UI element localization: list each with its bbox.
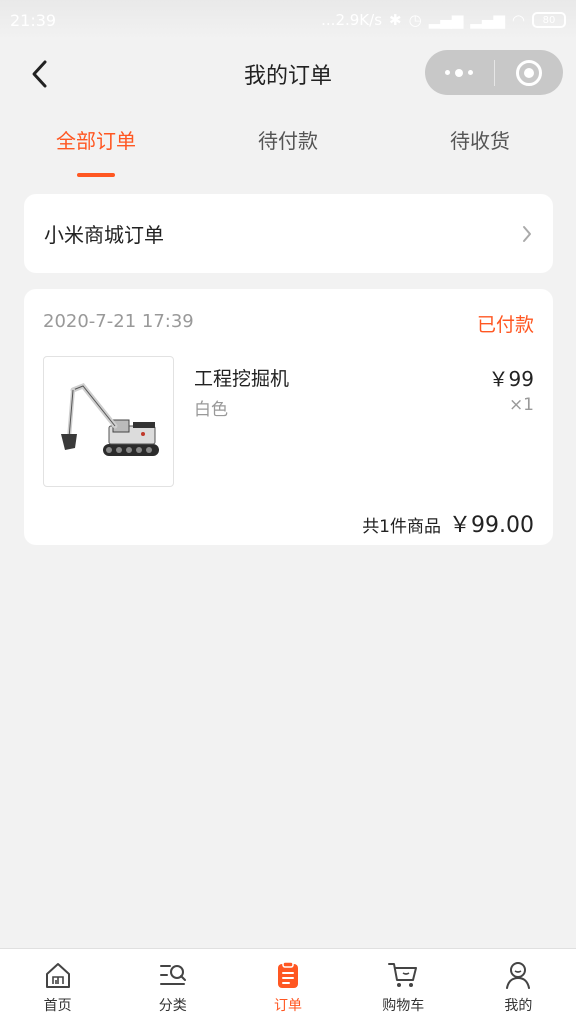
order-tabs: 全部订单 待付款 待收货 — [0, 125, 576, 185]
tabbar-item-cart[interactable]: 购物车 — [346, 949, 461, 1024]
product-variant: 白色 — [194, 400, 228, 420]
order-status: 已付款 — [476, 314, 534, 336]
tab-label: 待收货 — [450, 129, 510, 153]
profile-icon — [502, 959, 534, 991]
category-search-icon — [157, 959, 189, 991]
store-orders-row[interactable]: 小米商城订单 — [24, 194, 553, 273]
more-dots-icon — [445, 68, 474, 77]
tabbar-label: 订单 — [274, 998, 302, 1014]
status-bar: 21:39 ...2.9K/s ✱ ◷ ▂▄▆ ▂▄▆ ◠ 80 — [0, 0, 576, 40]
wifi-icon: ◠ — [511, 11, 525, 29]
store-orders-label: 小米商城订单 — [44, 223, 164, 247]
close-mini-program-button[interactable] — [495, 50, 564, 95]
order-summary: 共1件商品 ￥99.00 — [362, 507, 534, 539]
tabbar-item-orders[interactable]: 订单 — [230, 949, 345, 1024]
product-image[interactable] — [43, 356, 174, 487]
chevron-right-icon — [523, 225, 531, 242]
status-time: 21:39 — [10, 10, 57, 30]
more-button[interactable] — [425, 50, 494, 95]
status-indicators: ...2.9K/s ✱ ◷ ▂▄▆ ▂▄▆ ◠ 80 — [321, 11, 566, 29]
target-icon — [515, 59, 542, 86]
tabbar-label: 购物车 — [382, 998, 425, 1014]
tabbar-label: 分类 — [158, 998, 187, 1014]
bottom-tab-bar: 首页 分类 订单 购物车 我的 — [0, 948, 576, 1024]
tabbar-label: 首页 — [43, 998, 72, 1014]
tabbar-label: 我的 — [504, 998, 533, 1014]
order-date: 2020-7-21 17:39 — [43, 311, 194, 332]
tab-active-indicator — [77, 173, 115, 177]
tabbar-item-home[interactable]: 首页 — [0, 949, 115, 1024]
mini-program-capsule — [425, 50, 563, 95]
order-card[interactable]: 2020-7-21 17:39 已付款 工程挖掘机 白色 ￥99 ×1 共1件商… — [24, 289, 553, 545]
alarm-icon: ◷ — [408, 11, 422, 29]
battery-icon: 80 — [532, 12, 566, 28]
tabbar-item-profile[interactable]: 我的 — [461, 949, 576, 1024]
product-quantity: ×1 — [508, 395, 534, 415]
excavator-image — [60, 382, 159, 456]
tab-all-orders[interactable]: 全部订单 — [0, 125, 192, 181]
signal-icon: ▂▄▆ — [428, 11, 464, 29]
order-total: ￥99.00 — [449, 513, 534, 538]
tab-pending-payment[interactable]: 待付款 — [192, 125, 384, 181]
cart-icon — [387, 959, 419, 991]
tab-pending-receipt[interactable]: 待收货 — [384, 125, 576, 181]
signal-icon-2: ▂▄▆ — [470, 11, 505, 29]
bluetooth-icon: ✱ — [389, 11, 402, 29]
order-icon — [272, 959, 304, 991]
tab-label: 待付款 — [258, 129, 318, 153]
network-speed: ...2.9K/s — [321, 11, 383, 29]
tabbar-item-category[interactable]: 分类 — [115, 949, 230, 1024]
nav-bar: 我的订单 — [0, 40, 576, 108]
product-price: ￥99 — [488, 367, 534, 391]
item-count: 共1件商品 — [362, 517, 442, 537]
tab-label: 全部订单 — [56, 129, 136, 153]
home-icon — [42, 959, 74, 991]
product-name: 工程挖掘机 — [194, 368, 290, 390]
